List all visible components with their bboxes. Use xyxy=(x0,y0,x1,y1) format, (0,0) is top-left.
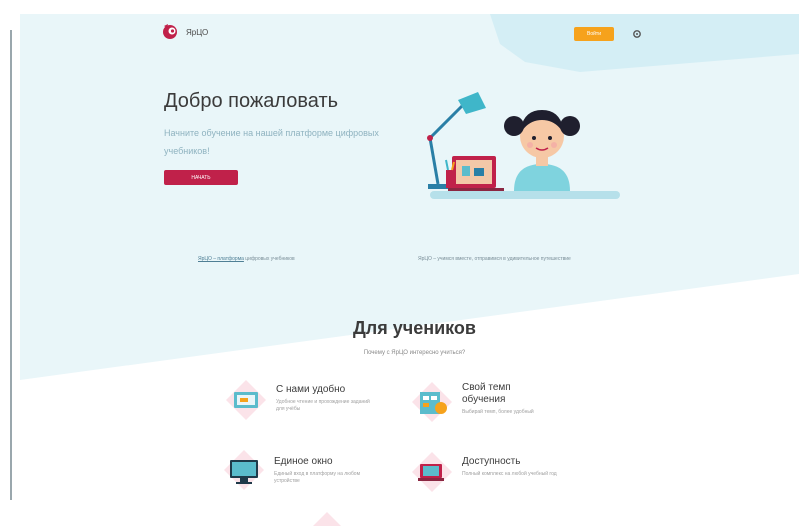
feature-desc: Единый вход в платформу на любом устройс… xyxy=(274,471,361,484)
feature-desc: Полный комплекс на любой учебный год xyxy=(462,471,557,477)
hero-title: Добро пожаловать xyxy=(164,90,339,112)
platform-link-left[interactable]: ЯрЦО – платформа цифровых учебников xyxy=(198,256,295,262)
platform-link-underlined[interactable]: ЯрЦО – платформа xyxy=(198,256,244,262)
feature-title: Единое окно xyxy=(274,456,333,467)
feature-convenient: С нами удобно Удобное чтение и прохожден… xyxy=(224,378,371,422)
feature-single-window: Единое окно Единый вход в платформу на л… xyxy=(222,448,369,492)
platform-link-right[interactable]: ЯрЦО – учимся вместе, отправимся в удиви… xyxy=(418,256,571,262)
students-section-title: Для учеников xyxy=(352,318,476,338)
logo[interactable]: ЯрЦО xyxy=(160,22,208,42)
logo-icon xyxy=(163,24,177,39)
feature-title: Доступность xyxy=(462,456,521,467)
feature-own-pace: Свой темп обучения Выбирай темп, более у… xyxy=(410,380,557,424)
feature-title-line2: обучения xyxy=(462,394,506,405)
frame-left-border xyxy=(10,30,12,500)
feature-accessibility: Доступность Полный комплекс на любой уче… xyxy=(410,450,557,494)
monitor-diamond-icon xyxy=(224,450,264,490)
platform-link-rest: цифровых учебников xyxy=(243,256,295,262)
feature-title-line1: Свой темп xyxy=(462,382,511,393)
feature-title: С нами удобно xyxy=(276,384,346,395)
pencil-cup xyxy=(445,159,455,188)
desk-shape xyxy=(430,191,620,199)
logo-text: ЯрЦО xyxy=(186,27,209,37)
partial-diamond-icon xyxy=(313,512,341,526)
login-button[interactable]: Войти xyxy=(574,27,614,41)
hero-subtitle: Начните обучение на нашей платформе цифр… xyxy=(164,128,379,156)
screen-diamond-icon xyxy=(226,380,266,420)
students-section-subtitle: Почему с ЯрЦО интересно учиться? xyxy=(363,350,466,356)
calendar-diamond-icon xyxy=(412,382,452,422)
feature-desc: Выбирай темп, более удобный xyxy=(462,409,534,415)
feature-desc: Удобное чтение и прохождение заданий для… xyxy=(276,399,370,412)
hero-illustration xyxy=(427,92,620,199)
book-diamond-icon xyxy=(412,452,452,492)
settings-icon[interactable] xyxy=(632,29,642,39)
laptop-illustration xyxy=(448,156,504,191)
start-button[interactable]: НАЧАТЬ xyxy=(164,170,238,185)
girl-illustration xyxy=(504,110,580,191)
